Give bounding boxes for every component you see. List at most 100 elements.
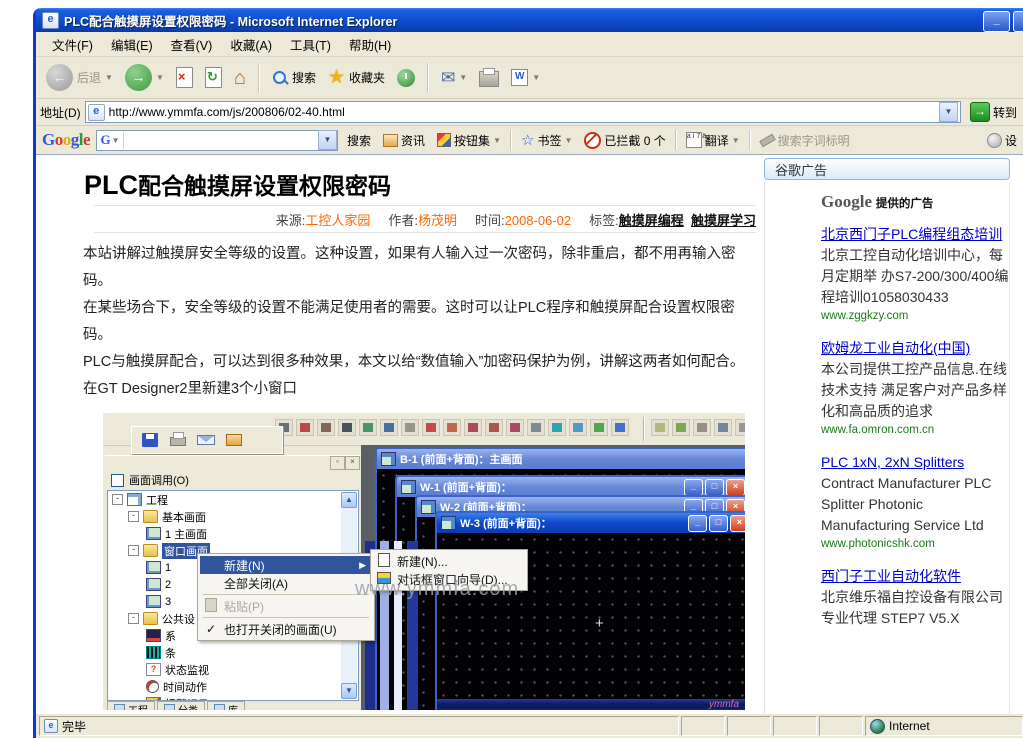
cursor-select-icon[interactable] bbox=[693, 419, 711, 436]
google-search-input[interactable]: G▼ ▼ bbox=[96, 130, 338, 151]
tab-category[interactable]: 分类 bbox=[157, 701, 205, 710]
tab-library[interactable]: 库 bbox=[207, 701, 245, 710]
panel-float-button[interactable]: ▫ bbox=[330, 456, 345, 470]
back-button[interactable]: ← 后退 ▼ bbox=[42, 62, 117, 93]
meta-source-link[interactable]: 工控人家园 bbox=[305, 213, 370, 228]
mail-button[interactable]: ✉ ▼ bbox=[437, 66, 471, 90]
collapse-icon[interactable]: - bbox=[128, 613, 139, 624]
edit-dropdown-icon[interactable]: ▼ bbox=[532, 73, 540, 82]
submenu-new[interactable]: 新建(N)... bbox=[373, 552, 525, 570]
back-dropdown-icon[interactable]: ▼ bbox=[105, 73, 113, 82]
scroll-up-icon[interactable]: ▲ bbox=[341, 492, 357, 508]
forward-dropdown-icon[interactable]: ▼ bbox=[156, 73, 164, 82]
mail-dropdown-icon[interactable]: ▼ bbox=[459, 73, 467, 82]
save-icon[interactable] bbox=[140, 431, 160, 449]
ad-title-link[interactable]: 西门子工业自动化软件 bbox=[821, 566, 1011, 587]
print-button[interactable] bbox=[475, 66, 503, 89]
level-tool-icon[interactable] bbox=[548, 419, 566, 436]
numeric-tool-icon[interactable] bbox=[296, 419, 314, 436]
favorites-button[interactable]: ★ 收藏夹 bbox=[324, 67, 389, 89]
group-objects-icon[interactable] bbox=[735, 419, 745, 436]
tree-item-status-watch[interactable]: ?状态监视 bbox=[108, 661, 358, 678]
context-menu-close-all[interactable]: 全部关闭(A) bbox=[200, 574, 372, 592]
cursor-new-icon[interactable] bbox=[672, 419, 690, 436]
collapse-icon[interactable]: - bbox=[128, 545, 139, 556]
graph-tool-icon[interactable] bbox=[590, 419, 608, 436]
panel-close-button[interactable]: × bbox=[345, 456, 360, 470]
chart-tool-icon[interactable] bbox=[611, 419, 629, 436]
address-input[interactable]: e http://www.ymmfa.com/js/200806/02-40.h… bbox=[85, 101, 961, 123]
panel-tool-icon[interactable] bbox=[569, 419, 587, 436]
maximize-button[interactable]: □ bbox=[1013, 11, 1023, 32]
touch-f-icon[interactable] bbox=[506, 419, 524, 436]
home-button[interactable]: ⌂ bbox=[230, 66, 250, 90]
export-icon[interactable] bbox=[224, 431, 244, 449]
tree-item-project[interactable]: -工程 bbox=[108, 491, 358, 508]
maximize-icon[interactable]: □ bbox=[705, 479, 724, 496]
touch-u-icon[interactable] bbox=[485, 419, 503, 436]
tree-item-barcode[interactable]: 条 bbox=[108, 644, 358, 661]
screen-call-checkbox[interactable]: 画面调用(O) bbox=[111, 472, 189, 488]
clock-tool-icon[interactable] bbox=[338, 419, 356, 436]
title-bar[interactable]: e PLC配合触摸屏设置权限密码 - Microsoft Internet Ex… bbox=[36, 8, 1023, 32]
address-dropdown-icon[interactable]: ▼ bbox=[939, 102, 958, 122]
google-highlight-button[interactable]: 搜索字词标明 bbox=[757, 131, 853, 150]
tree-item-main-screen[interactable]: 1 主画面 bbox=[108, 525, 358, 542]
menu-favorites[interactable]: 收藏(A) bbox=[222, 33, 280, 56]
google-search-dropdown-icon[interactable]: ▼ bbox=[318, 130, 337, 150]
collapse-icon[interactable]: - bbox=[112, 494, 123, 505]
google-translate-menu[interactable]: a í 7 ä翻译▼ bbox=[683, 131, 743, 150]
touch-b-icon[interactable] bbox=[464, 419, 482, 436]
paste-attribute-icon[interactable] bbox=[651, 419, 669, 436]
bitmap-u-icon[interactable] bbox=[422, 419, 440, 436]
google-g-menu[interactable]: G▼ bbox=[97, 132, 124, 149]
minimize-icon[interactable]: _ bbox=[684, 479, 703, 496]
copy-object-icon[interactable] bbox=[401, 419, 419, 436]
context-menu-new[interactable]: 新建(N)▶ bbox=[200, 556, 372, 574]
go-button[interactable]: → 转到 bbox=[965, 101, 1022, 123]
align-objects-icon[interactable] bbox=[714, 419, 732, 436]
tag-link-2[interactable]: 触摸屏学习 bbox=[691, 213, 756, 228]
close-icon[interactable]: × bbox=[726, 479, 745, 496]
stop-button[interactable]: × bbox=[172, 65, 197, 90]
screen-window-w3[interactable]: W-3 (前面+背面)： _□× ymmfa bbox=[435, 511, 745, 710]
menu-help[interactable]: 帮助(H) bbox=[341, 33, 399, 56]
close-icon[interactable]: × bbox=[730, 515, 745, 532]
menu-file[interactable]: 文件(F) bbox=[44, 33, 101, 56]
tab-project[interactable]: 工程 bbox=[107, 701, 155, 710]
tree-item-time-action[interactable]: 时间动作 bbox=[108, 678, 358, 695]
minimize-button[interactable]: _ bbox=[983, 11, 1010, 32]
maximize-icon[interactable]: □ bbox=[709, 515, 728, 532]
ad-title-link[interactable]: 北京西门子PLC编程组态培训 bbox=[821, 224, 1011, 245]
script-w-icon[interactable] bbox=[380, 419, 398, 436]
history-button[interactable] bbox=[393, 67, 419, 89]
menu-edit[interactable]: 编辑(E) bbox=[103, 33, 161, 56]
refresh-button[interactable]: ↻ bbox=[201, 65, 226, 90]
google-settings-button[interactable]: 设 bbox=[984, 131, 1020, 150]
script-b-icon[interactable] bbox=[359, 419, 377, 436]
scroll-down-icon[interactable]: ▼ bbox=[341, 683, 357, 699]
google-popup-blocker[interactable]: 已拦截 0 个 bbox=[581, 131, 668, 150]
edit-button[interactable]: W ▼ bbox=[507, 67, 544, 88]
google-search-button[interactable]: 搜索 bbox=[344, 131, 374, 150]
ad-title-link[interactable]: PLC 1xN, 2xN Splitters bbox=[821, 452, 1011, 473]
print-icon[interactable] bbox=[168, 431, 188, 449]
ad-title-link[interactable]: 欧姆龙工业自动化(中国) bbox=[821, 338, 1011, 359]
mail-icon[interactable] bbox=[196, 431, 216, 449]
bitmap-5-icon[interactable] bbox=[443, 419, 461, 436]
forward-button[interactable]: → ▼ bbox=[121, 62, 168, 93]
menu-tools[interactable]: 工具(T) bbox=[282, 33, 339, 56]
context-menu-open-closed[interactable]: ✓也打开关闭的画面(U) bbox=[200, 620, 372, 638]
tree-item-base-screens[interactable]: -基本画面 bbox=[108, 508, 358, 525]
esc-key-icon[interactable] bbox=[317, 419, 335, 436]
minimize-icon[interactable]: _ bbox=[688, 515, 707, 532]
collapse-icon[interactable]: - bbox=[128, 511, 139, 522]
polygon-tool-icon[interactable] bbox=[527, 419, 545, 436]
menu-view[interactable]: 查看(V) bbox=[163, 33, 221, 56]
tag-link-1[interactable]: 触摸屏编程 bbox=[619, 213, 684, 228]
google-bookmarks-menu[interactable]: ☆书签▼ bbox=[518, 130, 575, 150]
search-button[interactable]: 搜索 bbox=[268, 67, 320, 88]
checkbox-icon[interactable] bbox=[111, 474, 124, 487]
google-news-button[interactable]: 资讯 bbox=[380, 131, 428, 150]
google-buttons-menu[interactable]: 按钮集▼ bbox=[434, 131, 504, 150]
